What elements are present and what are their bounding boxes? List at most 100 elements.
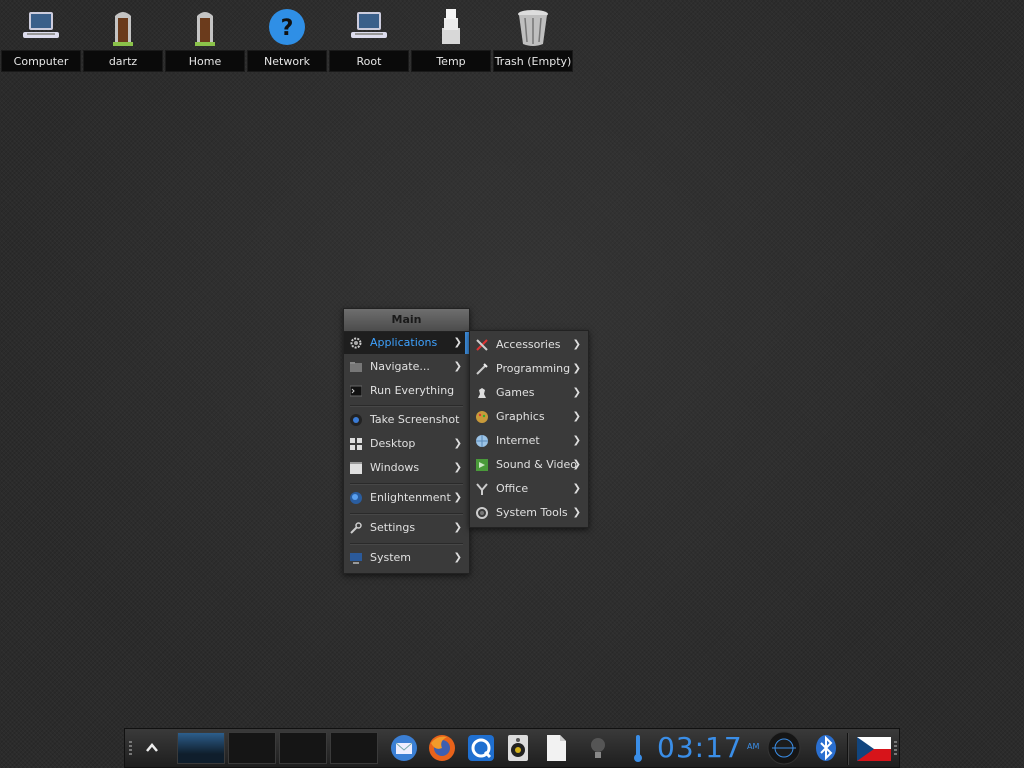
- globe-icon: [476, 435, 488, 447]
- chevron-right-icon: ❯: [572, 387, 581, 398]
- menu-item-system[interactable]: System ❯: [344, 547, 469, 569]
- menu-item-label: Windows: [370, 461, 420, 474]
- menu-item-games[interactable]: Games ❯: [470, 381, 588, 405]
- menu-separator: [350, 543, 463, 545]
- menu-item-label: Internet: [496, 434, 540, 447]
- menu-item-label: Accessories: [496, 338, 561, 351]
- desktop-icon-computer[interactable]: Computer: [1, 0, 81, 74]
- browser-icon[interactable]: [466, 733, 496, 763]
- desktop-grid-icon: [350, 438, 362, 450]
- shelf: 03:17 AM: [124, 728, 900, 768]
- system-tools-icon: [476, 507, 488, 519]
- chevron-right-icon: ❯: [453, 462, 462, 473]
- computer-icon: [351, 12, 387, 38]
- clock-ampm: AM: [747, 742, 760, 751]
- desktop-icon-label: dartz: [83, 50, 163, 72]
- graphics-icon: [476, 411, 488, 423]
- menu-item-navigate[interactable]: Navigate... ❯: [344, 356, 469, 378]
- temp-folder-icon: [442, 9, 460, 44]
- chevron-right-icon: ❯: [572, 459, 581, 470]
- svg-text:?: ?: [281, 16, 294, 41]
- desktop-icon-label: Trash (Empty): [493, 50, 573, 72]
- menu-item-desktop[interactable]: Desktop ❯: [344, 433, 469, 455]
- games-icon: [478, 388, 486, 398]
- menu-item-sound-video[interactable]: Sound & Video ❯: [470, 453, 588, 477]
- computer-icon: [23, 12, 59, 38]
- start-menu-button[interactable]: [145, 741, 159, 755]
- chevron-right-icon: ❯: [572, 411, 581, 422]
- menu-item-enlightenment[interactable]: Enlightenment ❯: [344, 487, 469, 509]
- menu-item-graphics[interactable]: Graphics ❯: [470, 405, 588, 429]
- menu-item-office[interactable]: Office ❯: [470, 477, 588, 501]
- gear-icon: [350, 337, 362, 349]
- chevron-right-icon: ❯: [572, 507, 581, 518]
- pager-desk-1[interactable]: [177, 732, 225, 764]
- applications-submenu: Accessories ❯ Programming ❯ Games ❯ Grap…: [469, 330, 589, 528]
- thermometer-icon[interactable]: [623, 733, 653, 763]
- menu-item-settings[interactable]: Settings ❯: [344, 517, 469, 539]
- pager-desk-3[interactable]: [279, 732, 327, 764]
- desktop-icon-label: Network: [247, 50, 327, 72]
- trash-icon: [518, 10, 548, 46]
- network-question-icon: ?: [269, 9, 305, 45]
- chevron-right-icon: ❯: [453, 337, 462, 348]
- shelf-grip-left[interactable]: [129, 741, 132, 757]
- camera-icon: [350, 414, 362, 426]
- lightbulb-icon[interactable]: [583, 733, 613, 763]
- desktop-icon-root[interactable]: Root: [329, 0, 409, 74]
- menu-item-accessories[interactable]: Accessories ❯: [470, 333, 588, 357]
- desktop-icon-label: Computer: [1, 50, 81, 72]
- desktop-icon-home[interactable]: Home: [165, 0, 245, 74]
- desktop-icon-dartz[interactable]: dartz: [83, 0, 163, 74]
- window-icon: [350, 462, 362, 474]
- document-icon[interactable]: [541, 733, 571, 763]
- shelf-grip-right[interactable]: [894, 741, 897, 757]
- chevron-right-icon: ❯: [572, 435, 581, 446]
- czech-flag-icon[interactable]: [857, 737, 891, 761]
- speaker-icon[interactable]: [503, 733, 533, 763]
- home-door-icon: [195, 12, 215, 46]
- menu-item-windows[interactable]: Windows ❯: [344, 457, 469, 479]
- pager-desk-2[interactable]: [228, 732, 276, 764]
- chevron-right-icon: ❯: [572, 339, 581, 350]
- menu-item-programming[interactable]: Programming ❯: [470, 357, 588, 381]
- home-door-icon: [113, 12, 133, 46]
- menu-item-applications[interactable]: Applications ❯: [344, 332, 469, 354]
- desktop-icon-temp[interactable]: Temp: [411, 0, 491, 74]
- desktop-icon-label: Temp: [411, 50, 491, 72]
- menu-item-label: Graphics: [496, 410, 545, 423]
- office-icon: [476, 483, 488, 495]
- main-menu: Main Applications ❯ Navigate... ❯ Run Ev…: [343, 308, 470, 574]
- menu-item-label: Office: [496, 482, 529, 495]
- menu-item-label: Programming: [496, 362, 571, 375]
- menu-item-system-tools[interactable]: System Tools ❯: [470, 501, 588, 525]
- menu-item-take-screenshot[interactable]: Take Screenshot: [344, 409, 469, 431]
- desktop-icon-trash[interactable]: Trash (Empty): [493, 0, 573, 74]
- wrench-icon: [350, 522, 362, 534]
- menu-item-run-everything[interactable]: Run Everything: [344, 380, 469, 402]
- menu-item-label: Enlightenment: [370, 491, 451, 504]
- chevron-right-icon: ❯: [453, 552, 462, 563]
- sound-video-icon: [476, 459, 488, 471]
- menu-item-label: Take Screenshot: [370, 413, 460, 426]
- menu-item-label: Navigate...: [370, 360, 430, 373]
- menu-item-internet[interactable]: Internet ❯: [470, 429, 588, 453]
- menu-item-label: Games: [496, 386, 535, 399]
- chevron-right-icon: ❯: [453, 492, 462, 503]
- monitor-icon: [350, 553, 362, 564]
- chevron-right-icon: ❯: [453, 522, 462, 533]
- desktop-icon-network[interactable]: ? Network: [247, 0, 327, 74]
- firefox-icon[interactable]: [427, 733, 457, 763]
- bluetooth-icon[interactable]: [811, 733, 841, 763]
- mail-icon[interactable]: [389, 733, 419, 763]
- menu-item-label: Desktop: [370, 437, 416, 450]
- mixer-icon[interactable]: [767, 731, 801, 765]
- menu-item-label: Settings: [370, 521, 416, 534]
- accessories-icon: [476, 339, 488, 351]
- main-menu-title: Main: [344, 309, 469, 332]
- menu-separator: [350, 483, 463, 485]
- desktop-icon-label: Home: [165, 50, 245, 72]
- clock-time[interactable]: 03:17: [657, 731, 743, 764]
- pager-desk-4[interactable]: [330, 732, 378, 764]
- menu-item-label: Run Everything: [370, 384, 455, 397]
